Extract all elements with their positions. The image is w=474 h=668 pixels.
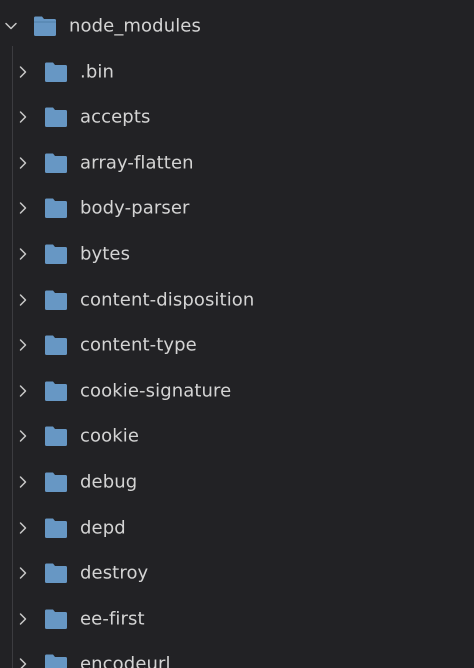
tree-item-content-type[interactable]: content-type bbox=[0, 323, 474, 368]
chevron-right-icon[interactable] bbox=[16, 475, 30, 489]
tree-item-node-modules[interactable]: node_modules bbox=[0, 3, 474, 48]
chevron-right-icon[interactable] bbox=[16, 521, 30, 535]
file-explorer-tree: node_modules .bin accepts array-flatten bod… bbox=[0, 0, 474, 668]
chevron-right-icon[interactable] bbox=[16, 657, 30, 668]
folder-icon bbox=[44, 380, 68, 402]
chevron-down-icon[interactable] bbox=[4, 19, 18, 33]
tree-item-depd[interactable]: depd bbox=[0, 505, 474, 550]
folder-icon bbox=[44, 425, 68, 447]
tree-item-label: debug bbox=[80, 471, 138, 493]
chevron-right-icon[interactable] bbox=[16, 566, 30, 580]
tree-item-label: content-type bbox=[80, 334, 197, 356]
folder-icon bbox=[44, 243, 68, 265]
tree-item-cookie-signature[interactable]: cookie-signature bbox=[0, 368, 474, 413]
tree-item-destroy[interactable]: destroy bbox=[0, 551, 474, 596]
folder-icon bbox=[33, 15, 57, 37]
chevron-right-icon[interactable] bbox=[16, 384, 30, 398]
tree-item-label: destroy bbox=[80, 562, 149, 584]
tree-item-debug[interactable]: debug bbox=[0, 459, 474, 504]
tree-item-bytes[interactable]: bytes bbox=[0, 231, 474, 276]
tree-item-array-flatten[interactable]: array-flatten bbox=[0, 140, 474, 185]
tree-item-label: cookie-signature bbox=[80, 380, 232, 402]
folder-icon bbox=[44, 562, 68, 584]
tree-item-label: bytes bbox=[80, 243, 131, 265]
folder-icon bbox=[44, 608, 68, 630]
folder-icon bbox=[44, 289, 68, 311]
folder-icon bbox=[44, 197, 68, 219]
folder-icon bbox=[44, 61, 68, 83]
tree-item-body-parser[interactable]: body-parser bbox=[0, 186, 474, 231]
tree-item-label: .bin bbox=[80, 61, 114, 82]
folder-icon bbox=[44, 334, 68, 356]
folder-icon bbox=[44, 152, 68, 174]
chevron-right-icon[interactable] bbox=[16, 338, 30, 352]
folder-icon bbox=[44, 517, 68, 539]
tree-item-label: depd bbox=[80, 517, 126, 538]
tree-item-cookie[interactable]: cookie bbox=[0, 414, 474, 459]
tree-item-accepts[interactable]: accepts bbox=[0, 95, 474, 140]
chevron-right-icon[interactable] bbox=[16, 110, 30, 124]
tree-item-label: accepts bbox=[80, 106, 151, 128]
tree-item-label: array-flatten bbox=[80, 152, 194, 174]
folder-icon bbox=[44, 471, 68, 493]
tree-item-ee-first[interactable]: ee-first bbox=[0, 596, 474, 641]
chevron-right-icon[interactable] bbox=[16, 612, 30, 626]
chevron-right-icon[interactable] bbox=[16, 247, 30, 261]
tree-item-dot-bin[interactable]: .bin bbox=[0, 49, 474, 94]
tree-item-label: node_modules bbox=[69, 15, 201, 36]
folder-icon bbox=[44, 106, 68, 128]
tree-item-encodeurl[interactable]: encodeurl bbox=[0, 642, 474, 668]
chevron-right-icon[interactable] bbox=[16, 201, 30, 215]
tree-item-label: cookie bbox=[80, 425, 140, 447]
chevron-right-icon[interactable] bbox=[16, 429, 30, 443]
tree-item-label: encodeurl bbox=[80, 653, 171, 668]
tree-item-label: body-parser bbox=[80, 197, 190, 219]
tree-item-label: content-disposition bbox=[80, 289, 255, 310]
tree-item-label: ee-first bbox=[80, 608, 145, 630]
folder-icon bbox=[44, 653, 68, 668]
tree-item-content-disposition[interactable]: content-disposition bbox=[0, 277, 474, 322]
chevron-right-icon[interactable] bbox=[16, 65, 30, 79]
chevron-right-icon[interactable] bbox=[16, 293, 30, 307]
chevron-right-icon[interactable] bbox=[16, 156, 30, 170]
